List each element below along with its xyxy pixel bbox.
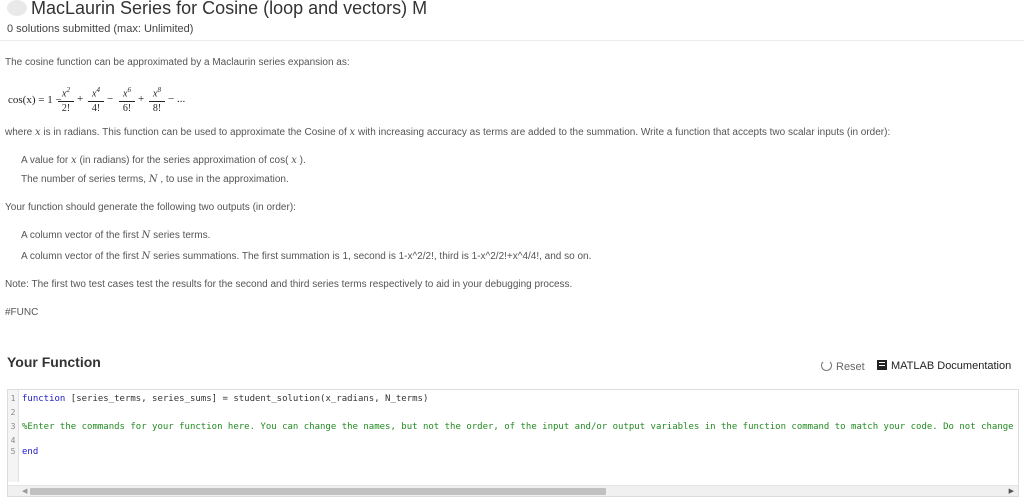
code-line[interactable]: 5 end	[8, 446, 39, 458]
formula-term: x8 8!	[149, 84, 165, 115]
formula-operator: − ...	[168, 93, 186, 105]
code-line[interactable]: 2	[8, 407, 22, 419]
your-function-title: Your Function	[7, 354, 101, 370]
status-indicator-icon	[7, 0, 27, 16]
scroll-right-icon[interactable]: ▶	[1009, 487, 1014, 495]
formula-term: x2 2!	[58, 84, 74, 115]
reset-label: Reset	[836, 361, 865, 373]
formula-term: x4 4!	[88, 84, 104, 115]
formula-operator: +	[138, 93, 145, 105]
formula-term: x6 6!	[119, 84, 135, 115]
scroll-left-icon[interactable]: ◀	[22, 487, 27, 495]
reset-button[interactable]: Reset	[821, 360, 865, 373]
func-tag: #FUNC	[5, 307, 39, 318]
maclaurin-formula: cos(x) = 1 − x2 2! + x4 4! − x6 6! + x8 …	[8, 84, 208, 118]
intro-text: The cosine function can be approximated …	[5, 57, 350, 68]
problem-header: MacLaurin Series for Cosine (loop and ve…	[0, 0, 1024, 41]
horizontal-scrollbar[interactable]: ◀ ▶	[8, 485, 1018, 496]
code-line[interactable]: 3 %Enter the commands for your function h…	[8, 421, 1014, 433]
solutions-count: 0 solutions submitted (max: Unlimited)	[7, 23, 194, 35]
matlab-documentation-label: MATLAB Documentation	[891, 360, 1012, 372]
formula-lhs: cos(x) = 1 −	[8, 94, 62, 106]
note-text: Note: The first two test cases test the …	[5, 279, 573, 290]
reset-icon	[821, 360, 832, 371]
problem-title: MacLaurin Series for Cosine (loop and ve…	[31, 0, 428, 18]
code-editor[interactable]: 1 function [series_terms, series_sums] = …	[7, 389, 1019, 497]
where-text: where x is in radians. This function can…	[5, 127, 891, 138]
input-2-text: The number of series terms, N , to use i…	[21, 174, 289, 185]
matlab-documentation-link[interactable]: MATLAB Documentation	[877, 360, 1011, 372]
output-1-text: A column vector of the first N series te…	[21, 230, 211, 241]
scrollbar-thumb[interactable]	[30, 488, 606, 495]
formula-operator: −	[107, 93, 114, 105]
output-2-text: A column vector of the first N series su…	[21, 251, 592, 262]
formula-operator: +	[77, 93, 84, 105]
input-1-text: A value for x (in radians) for the serie…	[21, 155, 306, 166]
documentation-icon	[877, 360, 887, 370]
outputs-intro-text: Your function should generate the follow…	[5, 202, 296, 213]
code-line[interactable]: 1 function [series_terms, series_sums] = …	[8, 393, 429, 405]
